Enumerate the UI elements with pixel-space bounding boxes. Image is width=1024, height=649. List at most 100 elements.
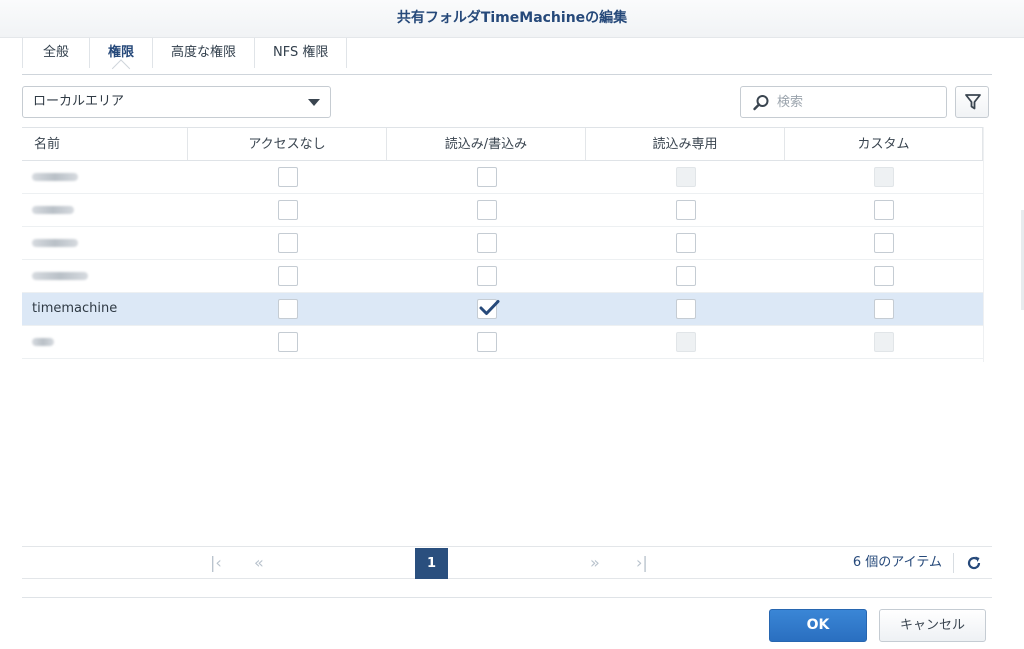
search-icon [753,95,769,111]
funnel-icon [965,94,981,110]
read-write-cell [387,299,586,319]
read-only-cell [586,266,785,286]
read-only-cell [586,332,785,352]
page-number-button[interactable]: 1 [415,548,448,579]
table-row[interactable] [22,227,983,260]
custom-checkbox [874,167,894,187]
custom-checkbox [874,332,894,352]
read-only-cell [586,167,785,187]
next-page-icon[interactable]: » [590,555,600,571]
custom-checkbox[interactable] [874,299,894,319]
item-count: 6 個のアイテム [852,555,942,570]
user-name-cell [22,326,188,358]
column-header-read-write[interactable]: 読込み/書込み [387,128,586,160]
tab-permissions[interactable]: 権限 [90,38,154,68]
read-only-checkbox [675,167,696,187]
tab-nfs-permissions[interactable]: NFS 権限 [255,38,348,68]
redacted-username [32,271,88,280]
column-header-name[interactable]: 名前 [22,128,188,160]
no-access-checkbox[interactable] [277,332,298,352]
custom-cell [785,299,983,319]
read-only-cell [586,299,785,319]
custom-checkbox[interactable] [874,233,894,253]
pagination-bar: |‹ « 1 » ›| 6 個のアイテム [22,546,992,579]
dialog-title: 共有フォルダTimeMachineの編集 [0,0,1024,38]
custom-cell [785,332,983,352]
user-name-cell [22,194,188,226]
read-only-cell [586,200,785,220]
user-name-cell [22,227,188,259]
table-row[interactable] [22,260,983,293]
custom-cell [785,233,983,253]
table-header: 名前 アクセスなし 読込み/書込み 読込み専用 カスタム [22,127,983,161]
custom-cell [785,200,983,220]
read-write-cell [387,266,586,286]
custom-cell [785,167,983,187]
refresh-icon[interactable] [966,555,982,571]
table-body: timemachine [22,161,983,359]
custom-checkbox[interactable] [874,200,894,220]
read-write-cell [387,233,586,253]
filter-button[interactable] [955,86,989,118]
read-write-checkbox[interactable] [476,266,497,286]
ok-button[interactable]: OK [769,609,867,642]
cancel-button[interactable]: キャンセル [879,609,986,642]
pager-divider [953,553,954,573]
last-page-icon[interactable]: ›| [636,555,648,571]
no-access-cell [188,233,387,253]
checkmark-icon [479,300,499,315]
no-access-checkbox[interactable] [277,167,298,187]
redacted-username [32,238,78,247]
read-write-checkbox[interactable] [476,200,497,220]
read-write-checkbox[interactable] [476,299,499,319]
search-field[interactable] [740,86,947,118]
read-only-checkbox [675,332,696,352]
footer-divider [22,597,992,598]
no-access-cell [188,167,387,187]
column-header-custom[interactable]: カスタム [785,128,983,160]
user-scope-dropdown[interactable]: ローカルエリア [22,86,331,118]
tab-general[interactable]: 全般 [22,38,91,68]
no-access-checkbox[interactable] [277,299,298,319]
no-access-cell [188,200,387,220]
tab-advanced-permissions[interactable]: 高度な権限 [153,38,256,68]
read-write-cell [387,332,586,352]
redacted-username [32,337,54,346]
read-write-checkbox[interactable] [476,167,497,187]
permissions-table: 名前 アクセスなし 読込み/書込み 読込み専用 カスタム timemachine [22,127,983,359]
no-access-checkbox[interactable] [277,200,298,220]
read-write-cell [387,167,586,187]
no-access-cell [188,332,387,352]
read-only-cell [586,233,785,253]
table-row[interactable] [22,194,983,227]
no-access-checkbox[interactable] [277,233,298,253]
redacted-username [32,205,74,214]
read-write-checkbox[interactable] [476,332,497,352]
read-only-checkbox[interactable] [675,233,696,253]
custom-cell [785,266,983,286]
read-write-checkbox[interactable] [476,233,497,253]
table-scrollbar[interactable] [983,127,991,362]
user-name-cell [22,161,188,193]
no-access-checkbox[interactable] [277,266,298,286]
user-name-cell [22,260,188,292]
first-page-icon[interactable]: |‹ [210,555,222,571]
no-access-cell [188,266,387,286]
table-row[interactable]: timemachine [22,293,983,326]
search-input[interactable] [777,91,937,113]
table-row[interactable] [22,326,983,359]
previous-page-icon[interactable]: « [254,555,264,571]
column-header-no-access[interactable]: アクセスなし [188,128,387,160]
tab-divider [22,74,992,75]
read-only-checkbox[interactable] [675,299,696,319]
read-only-checkbox[interactable] [675,266,696,286]
tab-bar: 全般 権限 高度な権限 NFS 権限 [22,38,348,75]
table-row[interactable] [22,161,983,194]
read-only-checkbox[interactable] [675,200,696,220]
custom-checkbox[interactable] [874,266,894,286]
no-access-cell [188,299,387,319]
chevron-down-icon [308,99,320,106]
column-header-read-only[interactable]: 読込み専用 [586,128,785,160]
user-name-cell: timemachine [32,301,118,316]
read-write-cell [387,200,586,220]
